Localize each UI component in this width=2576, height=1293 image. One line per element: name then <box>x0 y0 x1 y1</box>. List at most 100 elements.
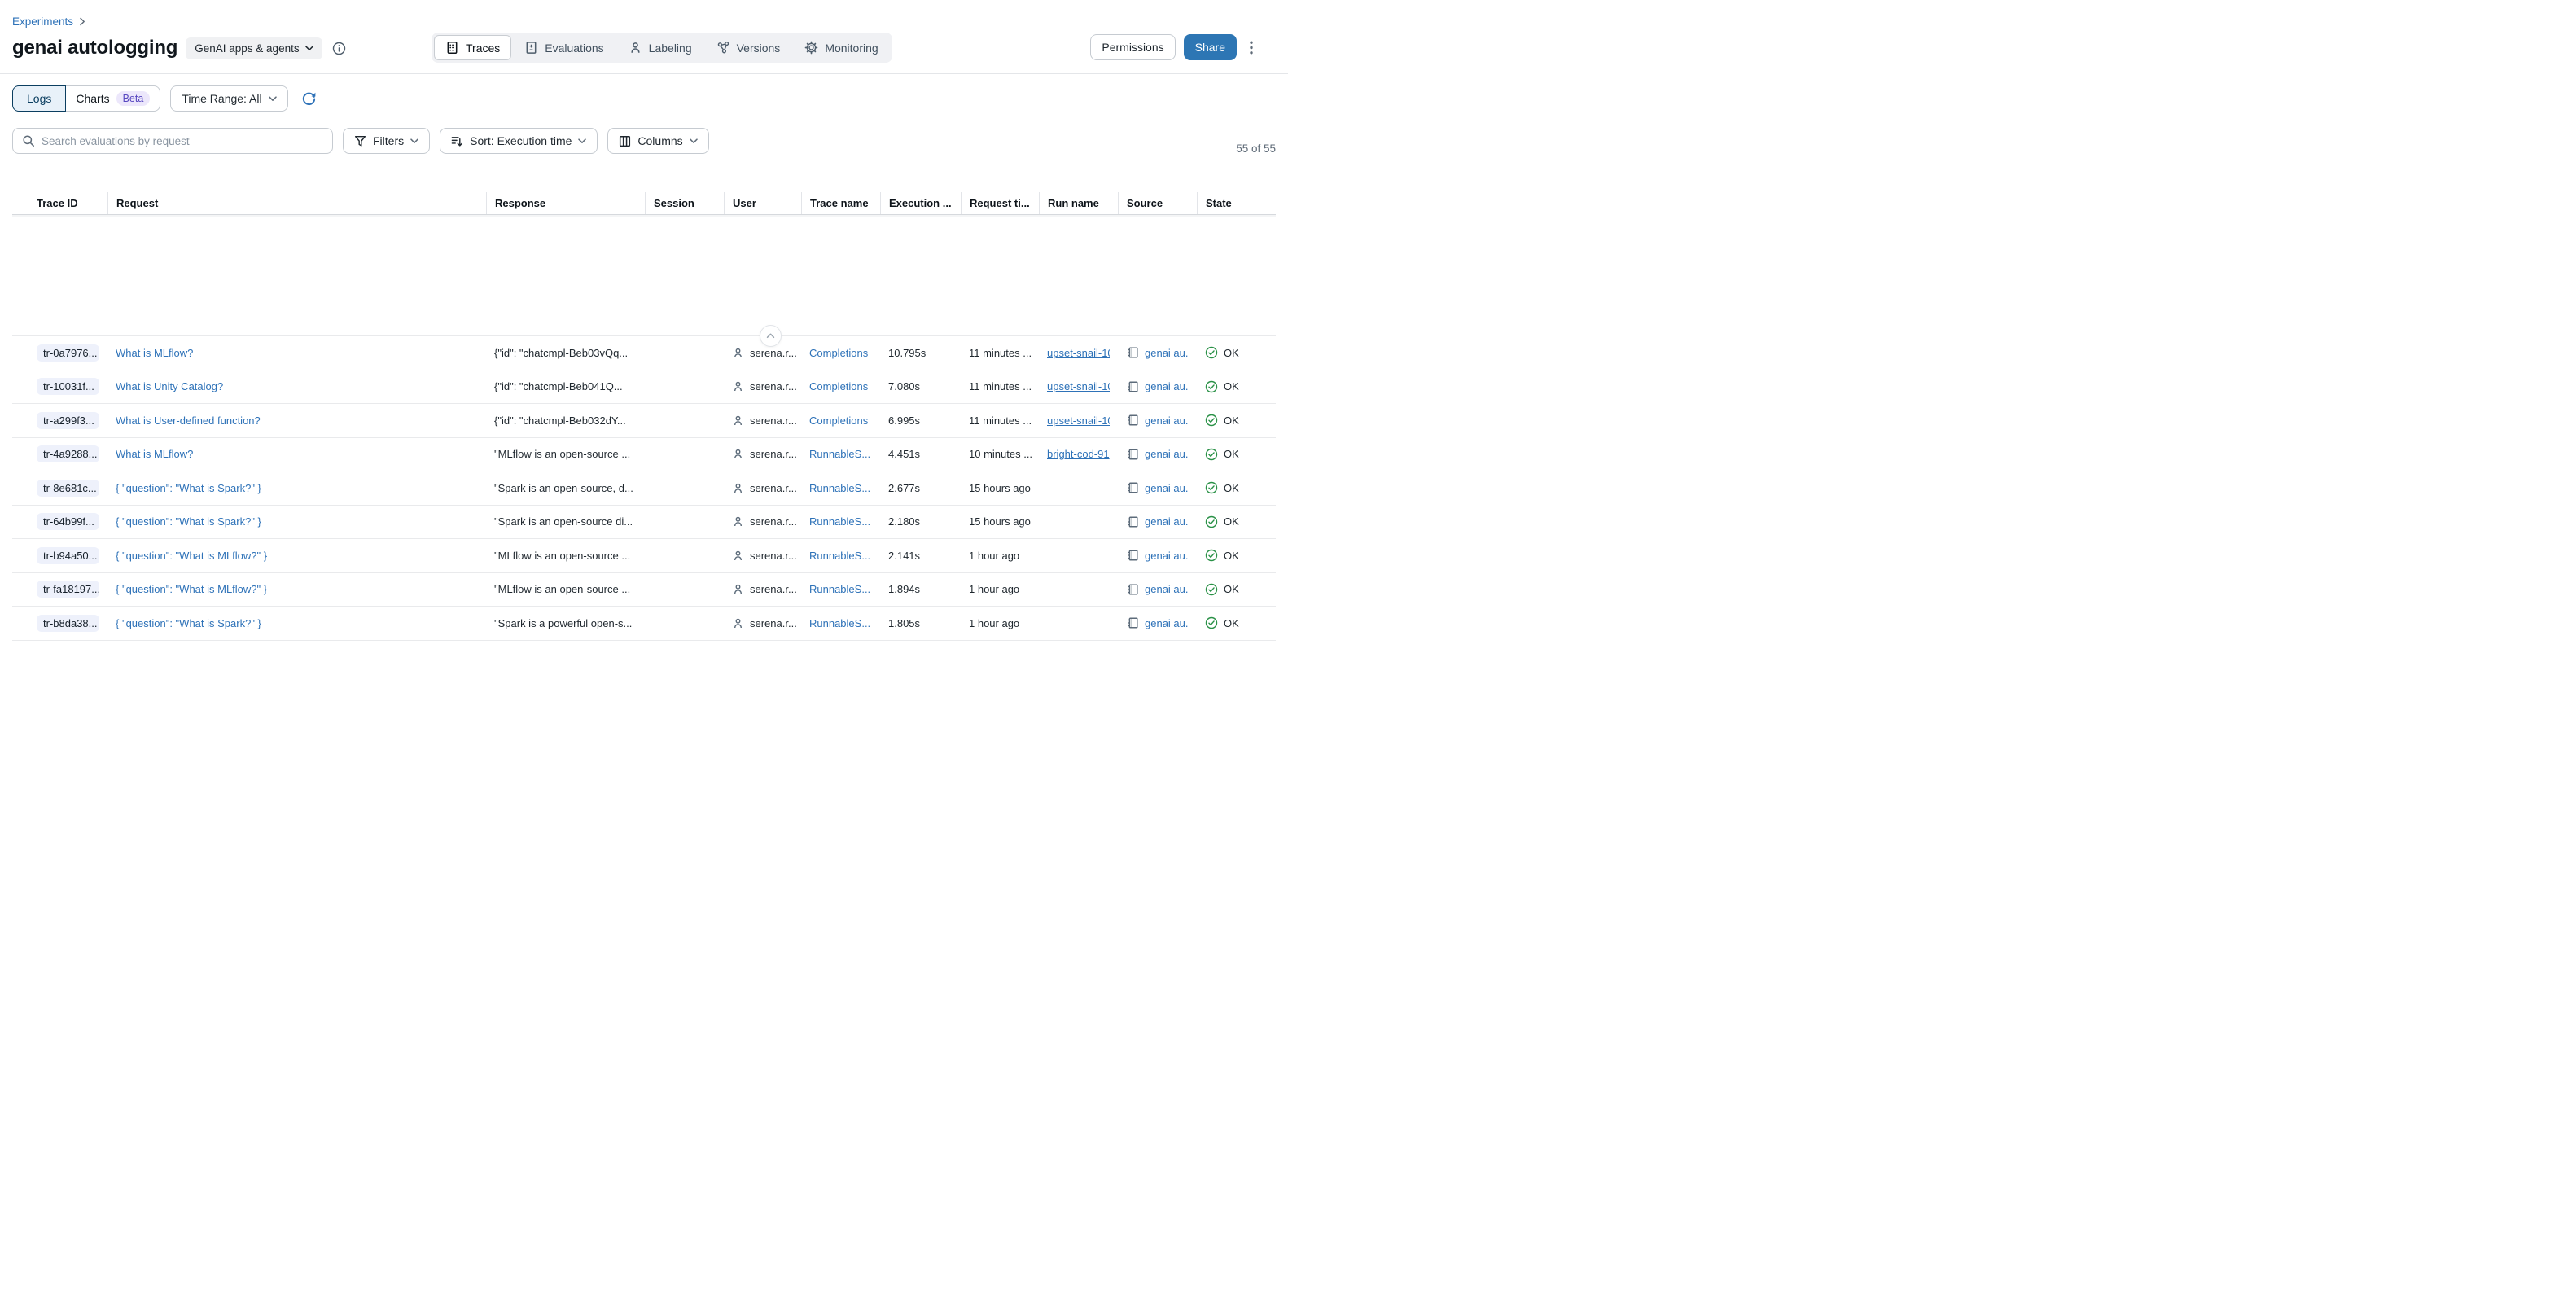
trace-name-link[interactable]: Completions <box>809 380 868 392</box>
request-link[interactable]: What is MLflow? <box>116 347 193 359</box>
run-name-link[interactable]: bright-cod-91 <box>1047 448 1110 460</box>
info-icon[interactable] <box>332 42 346 55</box>
column-header-source[interactable]: Source <box>1118 192 1197 214</box>
trace-id-badge[interactable]: tr-4a9288... <box>37 445 99 462</box>
overflow-menu-icon[interactable] <box>1245 37 1258 58</box>
tab-label: Labeling <box>649 42 692 55</box>
column-header-trace-id[interactable]: Trace ID <box>12 192 107 214</box>
table-row[interactable]: tr-a299f3... What is User-defined functi… <box>12 403 1276 437</box>
column-header-session[interactable]: Session <box>645 192 724 214</box>
run-name-link[interactable]: upset-snail-10 <box>1047 380 1110 392</box>
trace-id-badge[interactable]: tr-0a7976... <box>37 344 99 362</box>
table-row[interactable]: tr-64b99f... { "question": "What is Spar… <box>12 505 1276 539</box>
trace-id-badge[interactable]: tr-fa18197... <box>37 581 99 598</box>
table-row[interactable]: tr-0a7976... What is MLflow? {"id": "cha… <box>12 335 1276 370</box>
trace-id-badge[interactable]: tr-8e681c... <box>37 480 99 497</box>
breadcrumb-experiments-link[interactable]: Experiments <box>12 15 73 28</box>
trace-name-link[interactable]: Completions <box>809 414 868 427</box>
request-link[interactable]: { "question": "What is Spark?" } <box>116 482 261 494</box>
response-text: "Spark is a powerful open-s... <box>494 617 632 629</box>
trace-name-link[interactable]: RunnableS... <box>809 515 870 528</box>
source-link[interactable]: genai au... <box>1145 515 1189 528</box>
state-text: OK <box>1224 617 1239 629</box>
request-link[interactable]: { "question": "What is MLflow?" } <box>116 583 267 595</box>
experiment-type-dropdown[interactable]: GenAI apps & agents <box>186 37 322 59</box>
trace-name-link[interactable]: RunnableS... <box>809 583 870 595</box>
tab-labeling[interactable]: Labeling <box>617 35 703 60</box>
trace-id-cell: tr-a299f3... <box>12 404 107 437</box>
logs-toggle[interactable]: Logs <box>12 85 66 112</box>
trace-name-cell: RunnableS... <box>801 438 880 471</box>
column-header-state[interactable]: State <box>1197 192 1276 214</box>
column-header-user[interactable]: User <box>724 192 801 214</box>
time-range-dropdown[interactable]: Time Range: All <box>170 85 287 112</box>
run-name-link[interactable]: upset-snail-10 <box>1047 414 1110 427</box>
column-header-response[interactable]: Response <box>486 192 645 214</box>
response-cell: {"id": "chatcmpl-Beb032dY... <box>486 404 645 437</box>
tab-monitoring[interactable]: Monitoring <box>793 35 889 60</box>
request-link[interactable]: { "question": "What is MLflow?" } <box>116 550 267 562</box>
refresh-icon[interactable] <box>298 88 320 110</box>
trace-name-link[interactable]: RunnableS... <box>809 448 870 460</box>
notebook-icon <box>1126 380 1139 393</box>
request-link[interactable]: What is MLflow? <box>116 448 193 460</box>
request-time-cell: 10 minutes ... <box>961 438 1039 471</box>
execution-time-cell: 4.451s <box>880 438 961 471</box>
source-link[interactable]: genai au... <box>1145 448 1189 460</box>
source-link[interactable]: genai au... <box>1145 380 1189 392</box>
source-cell: genai au... <box>1118 471 1197 505</box>
search-input[interactable] <box>42 135 323 147</box>
column-header-run-name[interactable]: Run name <box>1039 192 1118 214</box>
trace-name-link[interactable]: RunnableS... <box>809 550 870 562</box>
share-button[interactable]: Share <box>1184 34 1237 60</box>
collapse-panel-button[interactable] <box>760 325 782 347</box>
ok-check-icon <box>1205 380 1218 393</box>
columns-dropdown[interactable]: Columns <box>607 128 708 154</box>
request-link[interactable]: What is Unity Catalog? <box>116 380 223 392</box>
permissions-button[interactable]: Permissions <box>1090 34 1175 60</box>
run-name-link[interactable]: upset-snail-10 <box>1047 347 1110 359</box>
execution-time: 1.805s <box>888 617 920 629</box>
filters-dropdown[interactable]: Filters <box>343 128 430 154</box>
column-header-trace-name[interactable]: Trace name <box>801 192 880 214</box>
source-link[interactable]: genai au... <box>1145 550 1189 562</box>
sort-dropdown[interactable]: Sort: Execution time <box>440 128 598 154</box>
trace-name-link[interactable]: Completions <box>809 347 868 359</box>
notebook-icon <box>1126 346 1139 359</box>
trace-id-badge[interactable]: tr-10031f... <box>37 378 99 395</box>
trace-id-badge[interactable]: tr-64b99f... <box>37 513 99 530</box>
state-cell: OK <box>1197 438 1276 471</box>
trace-name-link[interactable]: RunnableS... <box>809 617 870 629</box>
source-link[interactable]: genai au... <box>1145 414 1189 427</box>
column-header-request-time[interactable]: Request ti... <box>961 192 1039 214</box>
column-header-request[interactable]: Request <box>107 192 486 214</box>
trace-id-badge[interactable]: tr-b8da38... <box>37 615 99 632</box>
table-row[interactable]: tr-b8da38... { "question": "What is Spar… <box>12 606 1276 640</box>
column-header-execution[interactable]: Execution ... <box>880 192 961 214</box>
response-text: {"id": "chatcmpl-Beb03vQq... <box>494 347 628 359</box>
table-row[interactable]: tr-fa18197... { "question": "What is MLf… <box>12 572 1276 607</box>
request-link[interactable]: What is User-defined function? <box>116 414 261 427</box>
table-row[interactable]: tr-8e681c... { "question": "What is Spar… <box>12 471 1276 505</box>
source-link[interactable]: genai au... <box>1145 347 1189 359</box>
charts-toggle[interactable]: Charts Beta <box>66 85 160 112</box>
trace-id-badge[interactable]: tr-b94a50... <box>37 547 99 564</box>
source-link[interactable]: genai au... <box>1145 583 1189 595</box>
tab-versions[interactable]: Versions <box>705 35 792 60</box>
response-text: "MLflow is an open-source ... <box>494 583 630 595</box>
request-link[interactable]: { "question": "What is Spark?" } <box>116 515 261 528</box>
experiment-tabs: Traces Evaluations Labeling Versions Mon… <box>432 33 892 63</box>
source-link[interactable]: genai au... <box>1145 617 1189 629</box>
table-row[interactable]: tr-4a9288... What is MLflow? "MLflow is … <box>12 437 1276 471</box>
source-link[interactable]: genai au... <box>1145 482 1189 494</box>
tab-traces[interactable]: Traces <box>434 35 511 60</box>
table-row[interactable]: tr-10031f... What is Unity Catalog? {"id… <box>12 370 1276 404</box>
trace-id-badge[interactable]: tr-a299f3... <box>37 412 99 429</box>
table-row[interactable]: tr-b94a50... { "question": "What is MLfl… <box>12 538 1276 572</box>
tab-evaluations[interactable]: Evaluations <box>513 35 615 60</box>
trace-name-cell: RunnableS... <box>801 506 880 539</box>
request-link[interactable]: { "question": "What is Spark?" } <box>116 617 261 629</box>
user-icon <box>732 347 744 359</box>
labeling-icon <box>629 41 642 55</box>
trace-name-link[interactable]: RunnableS... <box>809 482 870 494</box>
